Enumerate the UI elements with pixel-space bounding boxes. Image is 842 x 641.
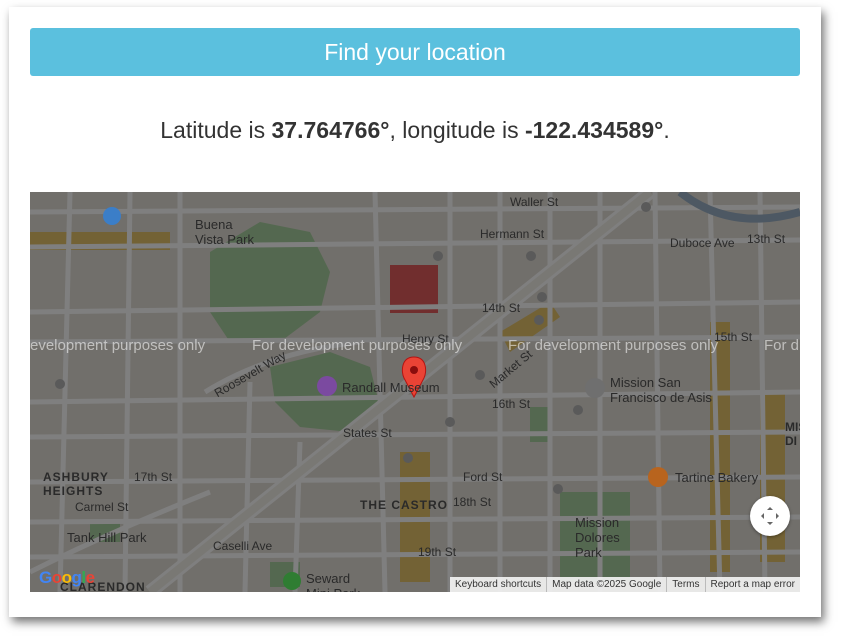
location-card: Find your location Latitude is 37.764766… bbox=[9, 7, 821, 617]
map-canvas[interactable] bbox=[30, 192, 800, 592]
latitude-value: 37.764766° bbox=[271, 117, 390, 143]
keyboard-shortcuts-link[interactable]: Keyboard shortcuts bbox=[450, 577, 546, 592]
find-location-button[interactable]: Find your location bbox=[30, 28, 800, 76]
map-view[interactable]: Buena Vista Park Randall Museum Mission … bbox=[30, 192, 800, 592]
google-logo: Google bbox=[39, 568, 95, 587]
map-attribution: Keyboard shortcuts Map data ©2025 Google… bbox=[449, 577, 800, 592]
coordinates-text: Latitude is 37.764766°, longitude is -12… bbox=[9, 117, 821, 144]
coords-suffix: . bbox=[663, 117, 670, 143]
map-data-text: Map data ©2025 Google bbox=[546, 577, 666, 592]
report-error-link[interactable]: Report a map error bbox=[704, 577, 800, 592]
longitude-value: -122.434589° bbox=[524, 117, 664, 143]
latitude-prefix: Latitude is bbox=[160, 117, 272, 143]
small-park bbox=[530, 407, 550, 442]
fullscreen-icon bbox=[761, 507, 779, 525]
terms-link[interactable]: Terms bbox=[666, 577, 704, 592]
fullscreen-button[interactable] bbox=[750, 496, 790, 536]
dolores-park-area bbox=[560, 492, 630, 582]
longitude-prefix: , longitude is bbox=[389, 117, 525, 143]
